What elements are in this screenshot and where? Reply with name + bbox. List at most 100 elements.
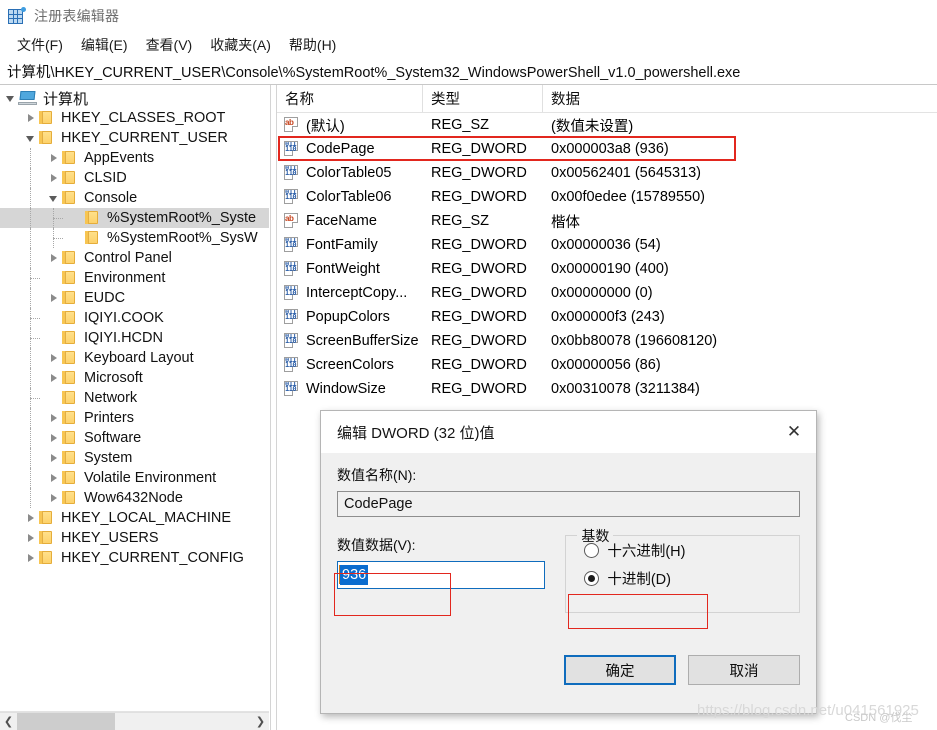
chevron-right-icon[interactable] <box>22 514 38 522</box>
tree-item-network[interactable]: Network <box>0 388 269 408</box>
tree-item-clsid[interactable]: CLSID <box>0 168 269 188</box>
value-data-cell: 0x00000000 (0) <box>551 285 653 301</box>
column-header-name[interactable]: 名称 <box>277 85 423 112</box>
tree-item-hkey-local-machine[interactable]: HKEY_LOCAL_MACHINE <box>0 508 269 528</box>
tree-item-control-panel[interactable]: Control Panel <box>0 248 269 268</box>
value-row[interactable]: 011 110 InterceptCopy... REG_DWORD 0x0000000… <box>277 281 937 305</box>
tree-item-label: 计算机 <box>43 90 89 108</box>
tree-item-software[interactable]: Software <box>0 428 269 448</box>
tree-item-wow6432node[interactable]: Wow6432Node <box>0 488 269 508</box>
tree-guide-line <box>30 278 40 280</box>
tree-item-iqiyi-hcdn[interactable]: IQIYI.HCDN <box>0 328 269 348</box>
scroll-right-icon[interactable]: ❯ <box>252 713 269 730</box>
tree-item-system[interactable]: System <box>0 448 269 468</box>
address-bar[interactable]: 计算机\HKEY_CURRENT_USER\Console\%SystemRoo… <box>0 58 937 85</box>
tree-scrollbar-track[interactable] <box>115 713 252 730</box>
string-value-icon: ab <box>283 213 301 229</box>
tree-item-appevents[interactable]: AppEvents <box>0 148 269 168</box>
close-icon[interactable]: ✕ <box>772 411 816 453</box>
value-data-cell: 0x00310078 (3211384) <box>551 381 700 397</box>
chevron-down-icon[interactable] <box>2 95 18 102</box>
chevron-right-icon[interactable] <box>45 254 61 262</box>
cancel-button[interactable]: 取消 <box>688 655 800 685</box>
menu-view[interactable]: 查看(V) <box>137 33 202 57</box>
column-header-type[interactable]: 类型 <box>423 85 543 112</box>
pane-splitter[interactable] <box>270 85 277 730</box>
radio-hexadecimal-label: 十六进制(H) <box>607 543 686 560</box>
chevron-right-icon[interactable] <box>22 554 38 562</box>
value-row[interactable]: 011 110 ColorTable05 REG_DWORD 0x00562401 (5… <box>277 161 937 185</box>
radio-decimal-label: 十进制(D) <box>607 571 671 588</box>
value-name-input[interactable] <box>337 491 800 517</box>
chevron-right-icon[interactable] <box>45 354 61 362</box>
chevron-right-icon[interactable] <box>22 534 38 542</box>
registry-tree[interactable]: 计算机 HKEY_CLASSES_ROOT HKEY_CURRENT_USER App… <box>0 85 269 712</box>
tree-item-printers[interactable]: Printers <box>0 408 269 428</box>
value-row[interactable]: ab FaceName REG_SZ 楷体 <box>277 209 937 233</box>
dialog-buttons: 确定 取消 <box>564 655 800 685</box>
menu-favorites[interactable]: 收藏夹(A) <box>201 33 280 57</box>
dword-value-icon: 011 110 <box>283 237 301 253</box>
value-row[interactable]: 011 110 WindowSize REG_DWORD 0x00310078 (321… <box>277 377 937 401</box>
value-row[interactable]: 011 110 ScreenColors REG_DWORD 0x00000056 (8… <box>277 353 937 377</box>
radio-decimal-icon[interactable] <box>584 570 600 586</box>
menu-edit[interactable]: 编辑(E) <box>72 33 137 57</box>
chevron-right-icon[interactable] <box>45 494 61 502</box>
folder-icon <box>61 351 78 365</box>
tree-item-[interactable]: 计算机 <box>0 88 269 108</box>
tree-item-microsoft[interactable]: Microsoft <box>0 368 269 388</box>
chevron-right-icon[interactable] <box>22 114 38 122</box>
chevron-right-icon[interactable] <box>45 474 61 482</box>
chevron-down-icon[interactable] <box>22 135 38 142</box>
value-row[interactable]: 011 110 FontWeight REG_DWORD 0x00000190 (400… <box>277 257 937 281</box>
chevron-right-icon[interactable] <box>45 414 61 422</box>
list-column-headers: 名称 类型 数据 <box>277 85 937 113</box>
tree-guide-line <box>30 398 40 400</box>
tree-item-hkey-users[interactable]: HKEY_USERS <box>0 528 269 548</box>
value-data-input[interactable] <box>337 561 545 589</box>
title-bar: 注册表编辑器 <box>0 0 937 32</box>
radio-hexadecimal[interactable]: 十六进制(H) <box>584 536 799 564</box>
chevron-right-icon[interactable] <box>45 454 61 462</box>
value-row[interactable]: 011 110 ScreenBufferSize REG_DWORD 0x0bb8007… <box>277 329 937 353</box>
scroll-left-icon[interactable]: ❮ <box>0 713 17 730</box>
folder-icon <box>61 311 78 325</box>
chevron-down-icon[interactable] <box>45 195 61 202</box>
value-row[interactable]: 011 110 FontFamily REG_DWORD 0x00000036 (54) <box>277 233 937 257</box>
folder-icon <box>61 471 78 485</box>
tree-horizontal-scrollbar[interactable]: ❮ ❯ <box>0 712 269 730</box>
radio-decimal[interactable]: 十进制(D) <box>584 564 799 592</box>
value-row[interactable]: ab (默认) REG_SZ (数值未设置) <box>277 113 937 137</box>
tree-scrollbar-thumb[interactable] <box>17 713 115 730</box>
tree-item-eudc[interactable]: EUDC <box>0 288 269 308</box>
tree-item-hkey-classes-root[interactable]: HKEY_CLASSES_ROOT <box>0 108 269 128</box>
tree-guide-line <box>30 448 32 468</box>
tree-item-systemroot-syste[interactable]: %SystemRoot%_Syste <box>0 208 269 228</box>
tree-item-console[interactable]: Console <box>0 188 269 208</box>
value-type-cell: REG_DWORD <box>431 189 527 205</box>
chevron-right-icon[interactable] <box>45 294 61 302</box>
menu-file[interactable]: 文件(F) <box>8 33 72 57</box>
tree-item-systemroot-sysw[interactable]: %SystemRoot%_SysW <box>0 228 269 248</box>
chevron-right-icon[interactable] <box>45 374 61 382</box>
menu-help[interactable]: 帮助(H) <box>280 33 345 57</box>
radio-hexadecimal-icon[interactable] <box>584 542 600 558</box>
tree-item-volatile-environment[interactable]: Volatile Environment <box>0 468 269 488</box>
tree-item-hkey-current-config[interactable]: HKEY_CURRENT_CONFIG <box>0 548 269 568</box>
chevron-right-icon[interactable] <box>45 154 61 162</box>
tree-item-iqiyi-cook[interactable]: IQIYI.COOK <box>0 308 269 328</box>
value-name-cell: 011 110 ScreenColors <box>277 357 423 373</box>
value-name-text: WindowSize <box>306 381 386 397</box>
tree-item-environment[interactable]: Environment <box>0 268 269 288</box>
tree-item-keyboard-layout[interactable]: Keyboard Layout <box>0 348 269 368</box>
value-row[interactable]: 011 110 PopupColors REG_DWORD 0x000000f3 (24… <box>277 305 937 329</box>
chevron-right-icon[interactable] <box>45 174 61 182</box>
column-header-data[interactable]: 数据 <box>543 85 937 112</box>
tree-item-hkey-current-user[interactable]: HKEY_CURRENT_USER <box>0 128 269 148</box>
ok-button[interactable]: 确定 <box>564 655 676 685</box>
value-row[interactable]: 011 110 CodePage REG_DWORD 0x000003a8 (936) <box>277 137 937 161</box>
registry-values-list[interactable]: ab (默认) REG_SZ (数值未设置) 011 110 CodePage REG_DWO… <box>277 113 937 401</box>
value-row[interactable]: 011 110 ColorTable06 REG_DWORD 0x00f0edee (1… <box>277 185 937 209</box>
value-name-text: PopupColors <box>306 309 390 325</box>
chevron-right-icon[interactable] <box>45 434 61 442</box>
